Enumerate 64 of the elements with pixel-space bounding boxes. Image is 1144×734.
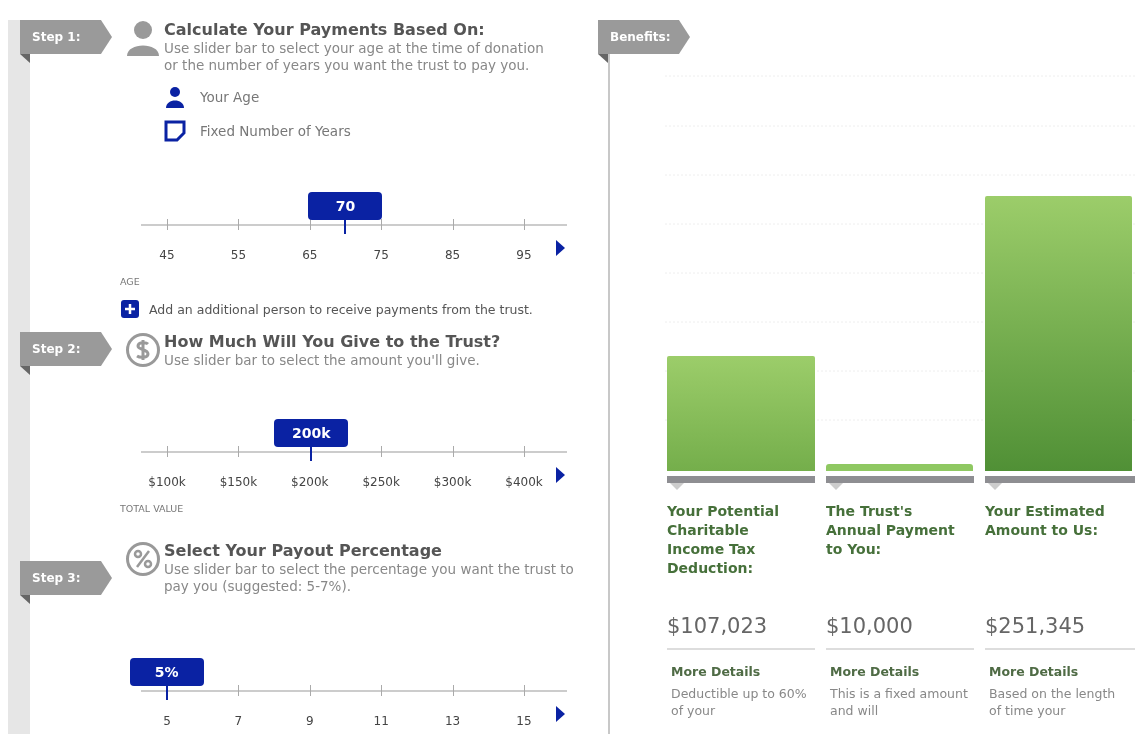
slider-thumb[interactable] xyxy=(310,447,313,461)
slider-value-label[interactable]: 70 xyxy=(308,192,383,220)
tick-label: 45 xyxy=(159,248,175,262)
benefit-title: The Trust's Annual Payment to You: xyxy=(826,502,956,559)
tick-label: 5 xyxy=(163,714,171,728)
benefit-details: Based on the length of time your xyxy=(989,685,1117,719)
option-label[interactable]: Fixed Number of Years xyxy=(200,123,351,139)
tick-label: $300k xyxy=(433,475,472,489)
more-details-link[interactable]: More Details xyxy=(830,664,974,679)
tick-label: 95 xyxy=(516,248,532,262)
tick-label: $150k xyxy=(219,475,258,489)
tick-label: 15 xyxy=(516,714,532,728)
step-tag: Step 3: xyxy=(20,561,112,595)
tick-label: 9 xyxy=(306,714,314,728)
benefit-details: Deductible up to 60% of your xyxy=(671,685,808,719)
more-details-link[interactable]: More Details xyxy=(671,664,815,679)
tick-label: $250k xyxy=(362,475,400,489)
benefits-tag: Benefits: xyxy=(598,20,690,54)
tag-fold xyxy=(20,54,30,63)
next-arrow-icon[interactable] xyxy=(556,240,565,256)
benefit-title: Your Estimated Amount to Us: xyxy=(985,502,1106,540)
tick-label: 85 xyxy=(444,248,461,262)
add-person-link[interactable]: Add an additional person to receive payments from the trust. xyxy=(149,301,533,317)
benefit-title: Your Potential Charitable Income Tax Deduction: xyxy=(667,502,780,578)
benefit-amount: $10,000 xyxy=(826,608,974,650)
more-details-link[interactable]: More Details xyxy=(989,664,1135,679)
step-description: Use slider bar to select your age at the time of donation or the number of years you want the trust to pay you. xyxy=(164,40,545,74)
tick-label: 7 xyxy=(234,714,243,728)
person-icon xyxy=(164,86,186,108)
plus-icon[interactable] xyxy=(121,300,139,318)
benefit-amount: $251,345 xyxy=(985,608,1135,650)
axis-label: TOTAL VALUE xyxy=(120,503,184,514)
slider-value-label[interactable]: 5% xyxy=(129,658,204,686)
step-tag: Step 1: xyxy=(20,20,112,54)
slider-value-label[interactable]: 200k xyxy=(274,419,349,447)
tick-label: $200k xyxy=(291,475,329,489)
tick-label: 75 xyxy=(373,248,389,262)
option-label[interactable]: Your Age xyxy=(200,89,260,105)
next-arrow-icon[interactable] xyxy=(556,706,565,722)
note-icon xyxy=(164,120,186,142)
tick-label: 65 xyxy=(302,248,318,262)
step-description: Use slider bar to select the amount you'll give. xyxy=(164,352,481,369)
step-tag: Step 2: xyxy=(20,332,112,366)
step-title: How Much Will You Give to the Trust? xyxy=(164,332,502,352)
tick-label: 55 xyxy=(230,248,247,262)
step-title: Calculate Your Payments Based On: xyxy=(164,20,486,40)
next-arrow-icon[interactable] xyxy=(556,467,565,483)
tick-label: 13 xyxy=(444,714,461,728)
dollar-icon xyxy=(125,332,161,368)
slider-thumb[interactable] xyxy=(344,220,347,234)
step-title: Select Your Payout Percentage xyxy=(164,541,443,561)
axis-label: AGE xyxy=(120,276,140,287)
tick-label: $400k xyxy=(505,475,543,489)
percent-icon xyxy=(125,541,161,577)
step-description: Use slider bar to select the percentage you want the trust to pay you (suggested: 5-7%). xyxy=(164,561,575,595)
benefit-details: This is a fixed amount and will xyxy=(830,685,969,719)
slider-thumb[interactable] xyxy=(165,686,168,700)
person-icon xyxy=(126,20,160,56)
tag-fold xyxy=(20,595,30,604)
benefit-amount: $107,023 xyxy=(667,608,815,650)
tick-label: $100k xyxy=(148,475,186,489)
tag-fold xyxy=(598,54,608,63)
tag-fold xyxy=(20,366,30,375)
tick-label: 11 xyxy=(373,714,389,728)
